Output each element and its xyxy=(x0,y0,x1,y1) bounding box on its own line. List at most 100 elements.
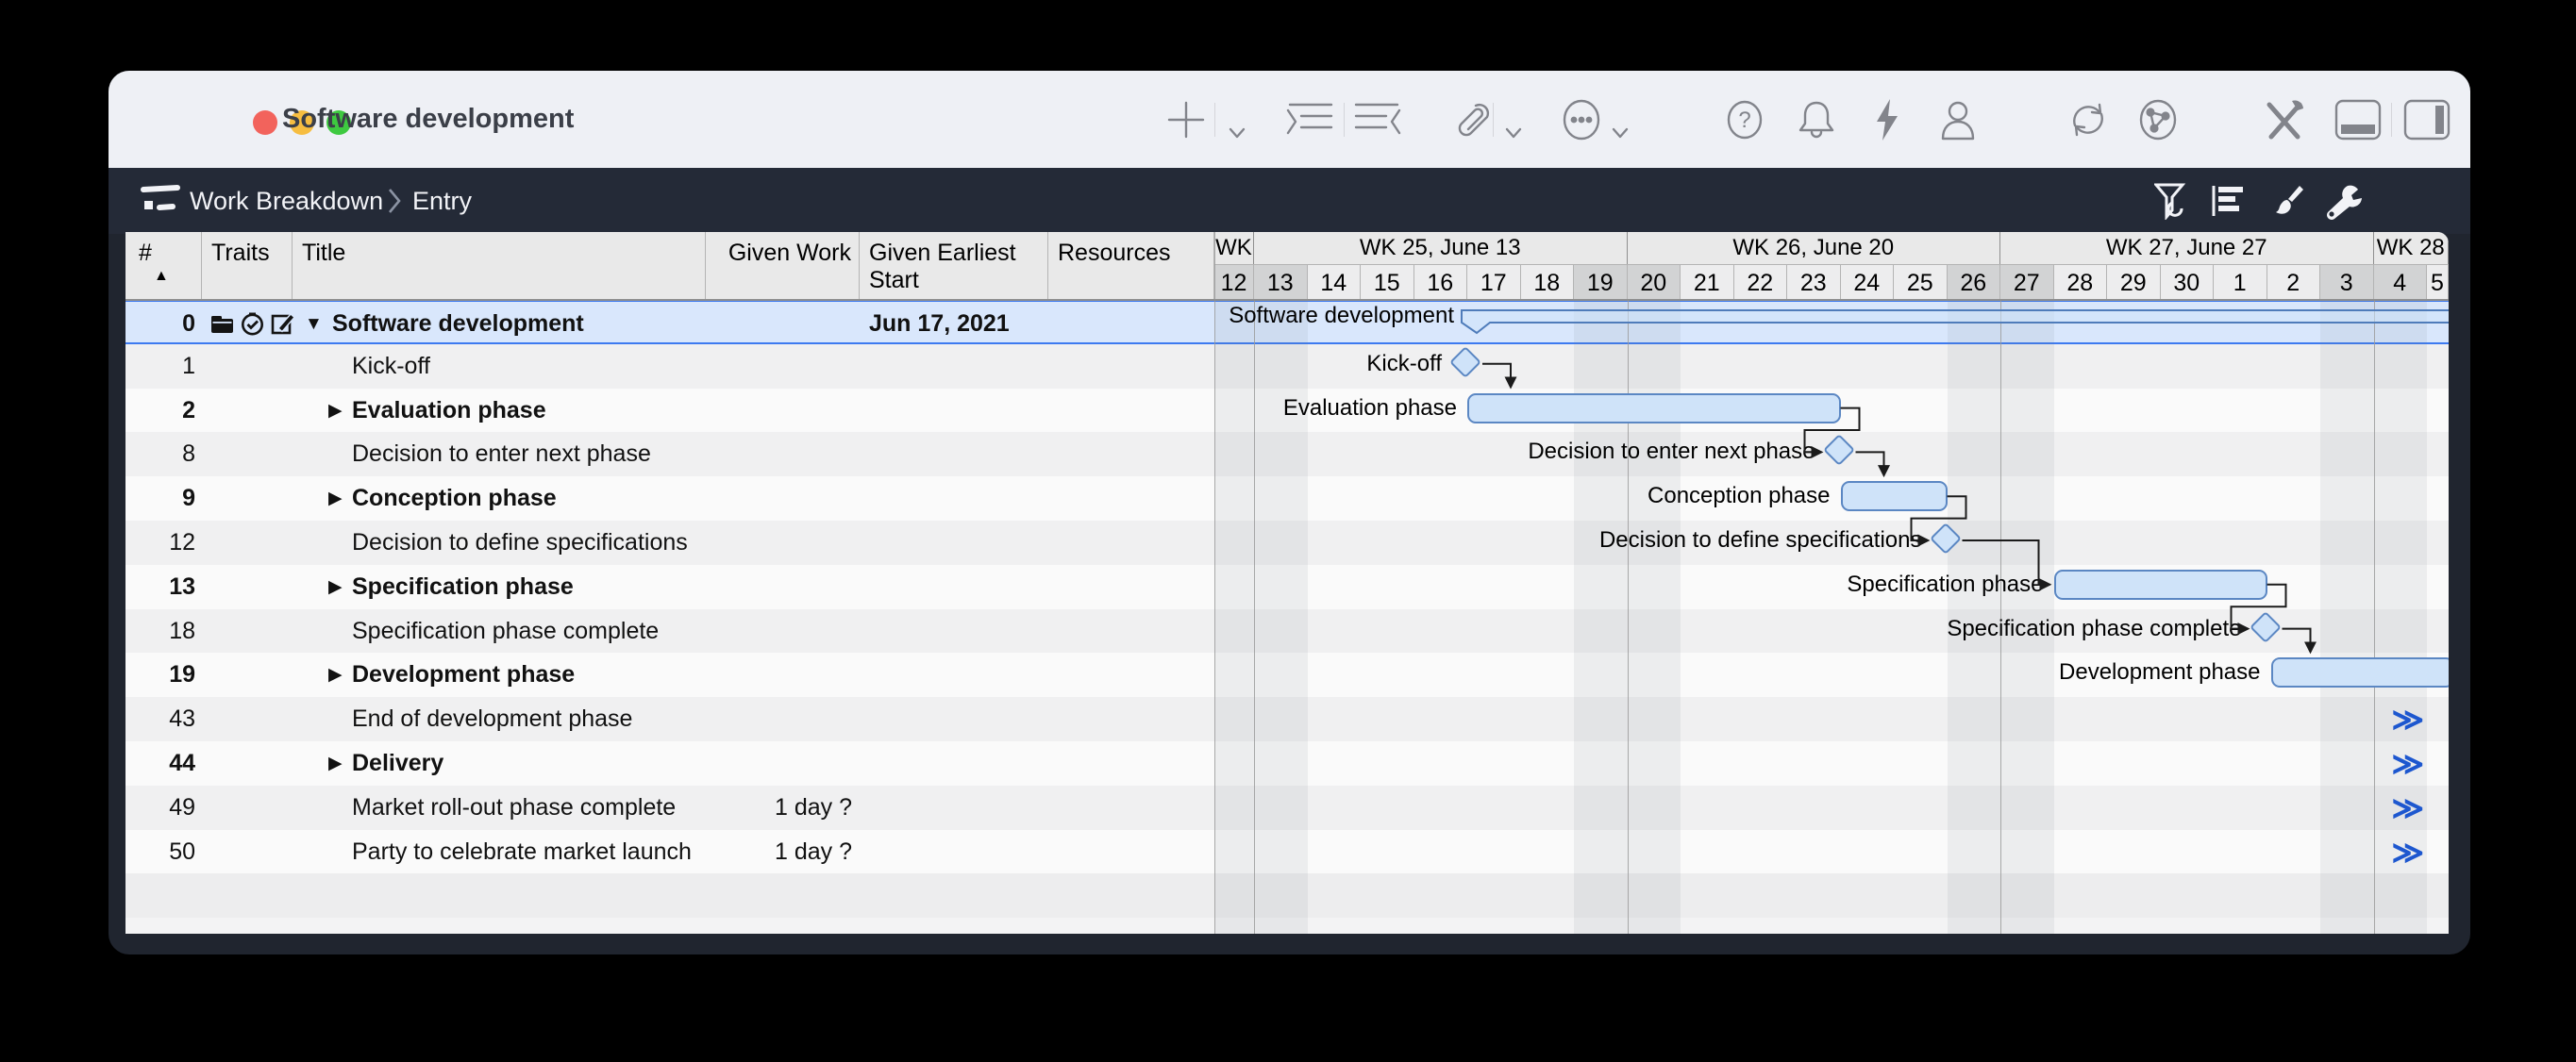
week-gridline xyxy=(2374,300,2375,934)
day-header: 14 xyxy=(1308,264,1362,300)
day-header: 22 xyxy=(1734,264,1788,300)
task-bar[interactable] xyxy=(1467,393,1841,423)
notifications-icon[interactable] xyxy=(1796,99,1837,141)
help-icon[interactable]: ? xyxy=(1724,99,1765,141)
row-number: 13 xyxy=(125,565,195,609)
column-header-resources[interactable]: Resources xyxy=(1048,232,1214,300)
activity-icon[interactable] xyxy=(1871,99,1903,141)
outdent-icon[interactable] xyxy=(1352,99,1405,141)
column-header-title[interactable]: Title xyxy=(293,232,706,300)
task-title: Evaluation phase xyxy=(352,389,765,433)
expand-triangle-icon[interactable]: ▶ xyxy=(328,476,343,521)
collapse-triangle-icon[interactable]: ▼ xyxy=(305,302,323,346)
outline-icon[interactable] xyxy=(2211,182,2245,220)
gantt-bar-label: Specification phase xyxy=(1847,570,2043,600)
gantt-left-border xyxy=(1214,232,1215,934)
day-header: 18 xyxy=(1521,264,1575,300)
task-title: Software development xyxy=(332,302,745,346)
milestone-diamond[interactable] xyxy=(1449,346,1481,378)
filter-icon[interactable] xyxy=(2154,182,2188,220)
overflow-right-indicator: ≫ xyxy=(2391,834,2424,871)
task-title: Party to celebrate market launch xyxy=(352,830,765,874)
day-header: 24 xyxy=(1841,264,1895,300)
add-icon[interactable] xyxy=(1167,99,1205,141)
row-number: 19 xyxy=(125,653,195,697)
week-gridline xyxy=(1254,300,1255,934)
task-bar[interactable] xyxy=(1841,481,1948,511)
day-header: 23 xyxy=(1787,264,1841,300)
add-dropdown-chevron[interactable] xyxy=(1228,112,1246,154)
task-title: Decision to define specifications xyxy=(352,521,765,565)
day-header: 12 xyxy=(1214,264,1254,300)
expand-triangle-icon[interactable]: ▶ xyxy=(328,741,343,786)
column-header-traits[interactable]: Traits xyxy=(202,232,293,300)
row-number: 12 xyxy=(125,521,195,565)
day-header: 2 xyxy=(2267,264,2321,300)
gantt-bar-label: Decision to enter next phase xyxy=(1528,437,1815,467)
app-window: Software development ? xyxy=(109,71,2470,954)
day-header: 20 xyxy=(1628,264,1681,300)
right-panel-icon[interactable] xyxy=(2402,99,2451,141)
week-header: WK 25, June 13 xyxy=(1254,232,1628,264)
milestone-diamond[interactable] xyxy=(1823,434,1855,466)
day-header: 15 xyxy=(1361,264,1414,300)
close-window-button[interactable] xyxy=(253,110,277,135)
gantt-bar-label: Software development xyxy=(1229,301,1454,331)
task-title: Kick-off xyxy=(352,344,765,389)
breadcrumb-view-name[interactable]: Work Breakdown xyxy=(190,182,383,220)
row-number: 49 xyxy=(125,786,195,830)
week-header: WK 26, June 20 xyxy=(1628,232,2001,264)
day-header: 13 xyxy=(1254,264,1308,300)
column-header-givenearlieststart[interactable]: Given Earliest Start xyxy=(860,232,1048,300)
sync-icon[interactable] xyxy=(2066,99,2111,141)
task-bar[interactable] xyxy=(2054,570,2267,600)
bottom-panel-icon[interactable] xyxy=(2333,99,2383,141)
row-number: 43 xyxy=(125,697,195,741)
breadcrumb-style-name[interactable]: Entry xyxy=(412,182,472,220)
given-earliest-start-value: Jun 17, 2021 xyxy=(869,302,1048,346)
row-number: 50 xyxy=(125,830,195,874)
task-bar[interactable] xyxy=(2271,657,2450,688)
more-dropdown-chevron[interactable] xyxy=(1611,112,1630,154)
row-number: 18 xyxy=(125,609,195,654)
row-number: 1 xyxy=(125,344,195,389)
day-header: 28 xyxy=(2054,264,2108,300)
given-work-value: 1 day ? xyxy=(706,786,852,830)
tools-icon[interactable] xyxy=(2260,99,2309,141)
breadcrumb-chevron-icon xyxy=(386,182,403,220)
expand-triangle-icon[interactable]: ▶ xyxy=(328,565,343,609)
gantt-bar-label: Kick-off xyxy=(1366,349,1442,379)
window-title: Software development xyxy=(282,71,574,168)
overflow-right-indicator: ≫ xyxy=(2391,789,2424,826)
column-header-givenwork[interactable]: Given Work xyxy=(706,232,860,300)
attachment-icon[interactable] xyxy=(1448,99,1492,141)
milestone-diamond[interactable] xyxy=(2250,611,2282,643)
indent-icon[interactable] xyxy=(1282,99,1335,141)
settings-wrench-icon[interactable] xyxy=(2324,182,2362,220)
day-header: 1 xyxy=(2214,264,2267,300)
svg-text:?: ? xyxy=(1738,108,1750,133)
task-title: Conception phase xyxy=(352,476,765,521)
expand-triangle-icon[interactable]: ▶ xyxy=(328,653,343,697)
expand-triangle-icon[interactable]: ▶ xyxy=(328,389,343,433)
task-title: Delivery xyxy=(352,741,765,786)
day-header: 30 xyxy=(2161,264,2215,300)
gantt-pane: WK12WK 25, June 1313141516171819WK 26, J… xyxy=(1214,232,2449,934)
week-header: WK 28 xyxy=(2374,232,2450,264)
network-icon[interactable] xyxy=(2135,99,2181,141)
user-icon[interactable] xyxy=(1935,99,1981,141)
day-header: 16 xyxy=(1414,264,1468,300)
week-header: WK 27, June 27 xyxy=(2000,232,2374,264)
day-header: 25 xyxy=(1894,264,1948,300)
work-breakdown-view-icon[interactable] xyxy=(141,182,180,220)
attachment-dropdown-chevron[interactable] xyxy=(1504,112,1523,154)
given-work-value: 1 day ? xyxy=(706,830,852,874)
format-brush-icon[interactable] xyxy=(2267,182,2305,220)
toolbar-divider xyxy=(1344,103,1345,137)
header-divider xyxy=(125,299,2449,301)
row-number: 8 xyxy=(125,432,195,476)
day-header: 5 xyxy=(2427,264,2449,300)
overflow-right-indicator: ≫ xyxy=(2391,701,2424,738)
column-header-[interactable]: #▲ xyxy=(125,232,202,300)
more-icon[interactable] xyxy=(1561,99,1602,141)
